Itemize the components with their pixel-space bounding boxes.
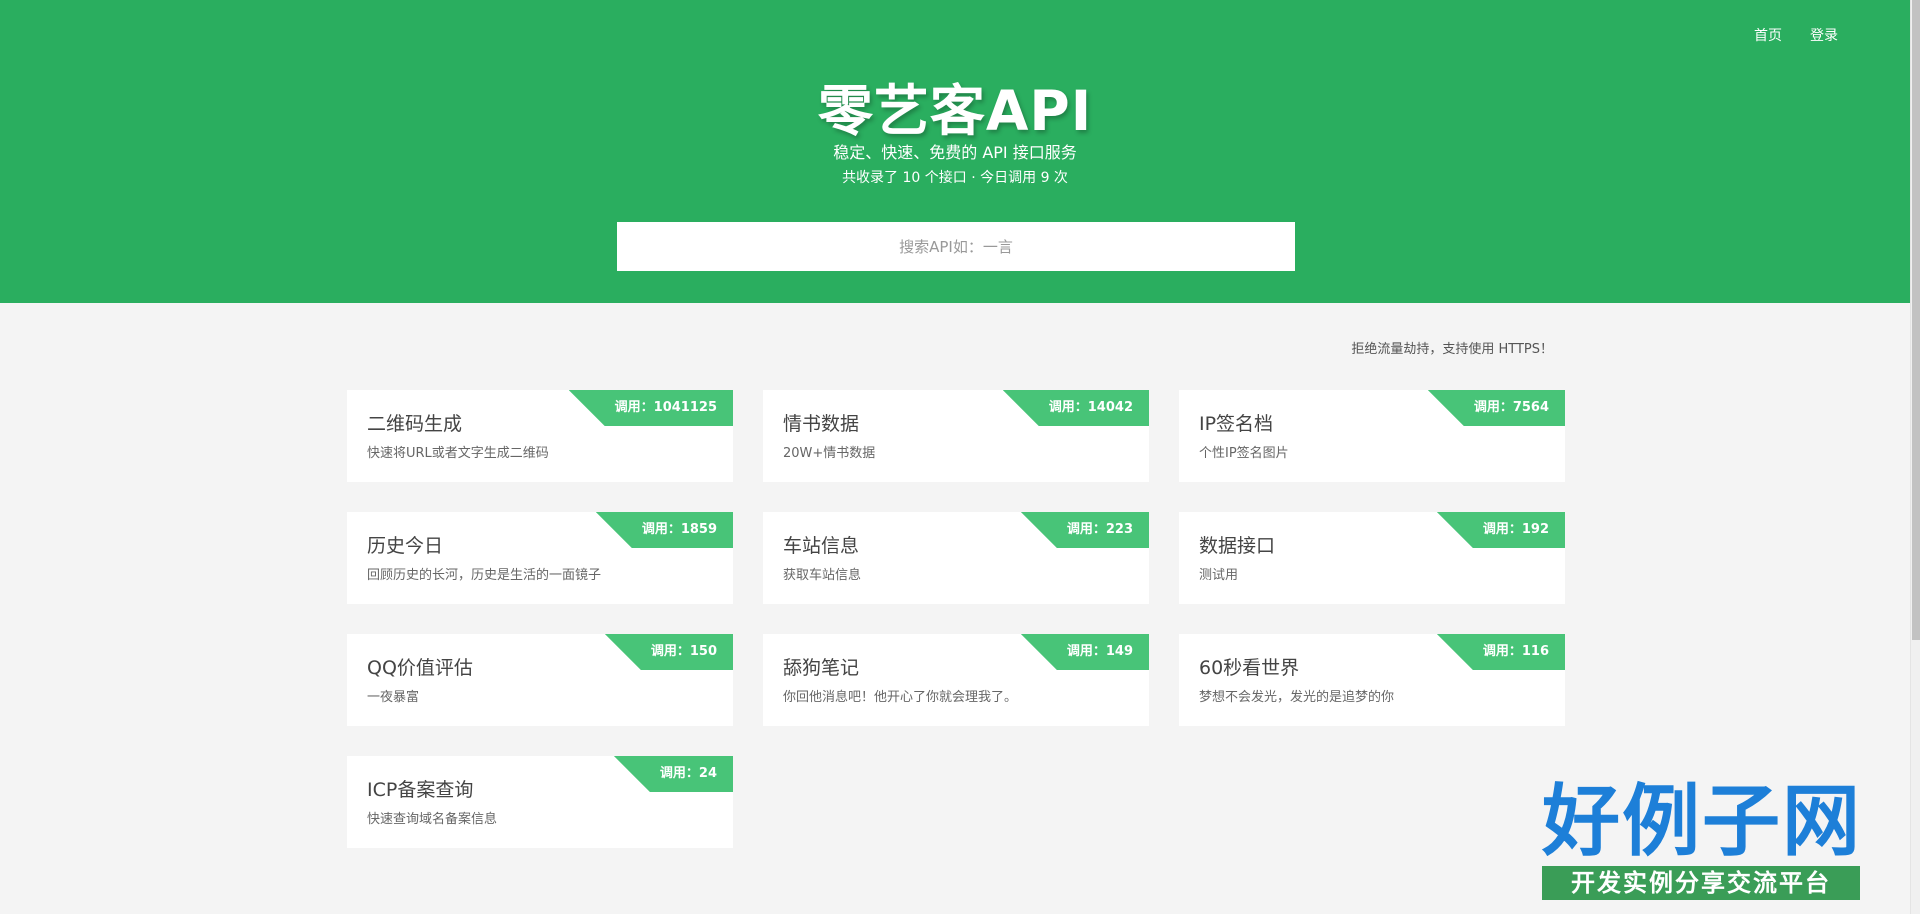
- api-card-description: 20W+情书数据: [783, 446, 876, 461]
- api-card-title: 情书数据: [783, 413, 860, 435]
- api-card-title: 车站信息: [783, 535, 860, 557]
- header-banner: 首页 登录 零艺客API 稳定、快速、免费的 API 接口服务 共收录了 10 …: [0, 0, 1910, 303]
- api-card-title: 舔狗笔记: [783, 657, 860, 679]
- api-card-description: 一夜暴富: [367, 690, 420, 705]
- api-card[interactable]: 调用：149 舔狗笔记 你回他消息吧！他开心了你就会理我了。: [763, 634, 1149, 726]
- api-card-description: 获取车站信息: [783, 568, 862, 583]
- call-count-badge: 调用：223: [1020, 512, 1149, 548]
- nav-login-link[interactable]: 登录: [1810, 25, 1838, 45]
- api-card-description: 回顾历史的长河，历史是生活的一面镜子: [367, 568, 602, 583]
- api-card-title: ICP备案查询: [367, 779, 474, 801]
- watermark-subtitle: 开发实例分享交流平台: [1542, 866, 1860, 900]
- api-card[interactable]: 调用：7564 IP签名档 个性IP签名图片: [1179, 390, 1565, 482]
- scrollbar-thumb[interactable]: [1912, 0, 1920, 640]
- api-card[interactable]: 调用：1859 历史今日 回顾历史的长河，历史是生活的一面镜子: [347, 512, 733, 604]
- watermark-logo: 好例子网 开发实例分享交流平台: [1542, 780, 1860, 904]
- call-count-badge: 调用：149: [1020, 634, 1149, 670]
- call-count-badge: 调用：7564: [1427, 390, 1565, 426]
- call-count-badge: 调用：14042: [1002, 390, 1149, 426]
- api-card[interactable]: 调用：116 60秒看世界 梦想不会发光，发光的是追梦的你: [1179, 634, 1565, 726]
- https-notice: 拒绝流量劫持，支持使用 HTTPS！: [1351, 342, 1553, 357]
- call-count-badge: 调用：1859: [595, 512, 733, 548]
- site-subtitle: 稳定、快速、免费的 API 接口服务: [833, 143, 1077, 162]
- api-card-description: 快速查询域名备案信息: [367, 812, 498, 827]
- nav-home-link[interactable]: 首页: [1754, 25, 1782, 45]
- call-count-badge: 调用：1041125: [568, 390, 733, 426]
- search-box: [617, 222, 1295, 271]
- page-scrollbar[interactable]: [1910, 0, 1920, 914]
- site-title: 零艺客API: [817, 79, 1093, 143]
- api-card-description: 你回他消息吧！他开心了你就会理我了。: [783, 690, 1018, 705]
- api-card[interactable]: 调用：150 QQ价值评估 一夜暴富: [347, 634, 733, 726]
- api-card-title: IP签名档: [1199, 413, 1274, 435]
- call-count-badge: 调用：150: [604, 634, 733, 670]
- api-card-grid: 调用：1041125 二维码生成 快速将URL或者文字生成二维码 调用：1404…: [347, 390, 1565, 848]
- api-card-title: 历史今日: [367, 535, 444, 557]
- watermark-title: 好例子网: [1542, 777, 1863, 867]
- api-card[interactable]: 调用：24 ICP备案查询 快速查询域名备案信息: [347, 756, 733, 848]
- api-card-title: 数据接口: [1199, 535, 1276, 557]
- api-card[interactable]: 调用：223 车站信息 获取车站信息: [763, 512, 1149, 604]
- api-card[interactable]: 调用：1041125 二维码生成 快速将URL或者文字生成二维码: [347, 390, 733, 482]
- api-card[interactable]: 调用：14042 情书数据 20W+情书数据: [763, 390, 1149, 482]
- api-card-description: 梦想不会发光，发光的是追梦的你: [1199, 690, 1395, 705]
- site-stats: 共收录了 10 个接口 · 今日调用 9 次: [842, 170, 1068, 186]
- api-card-description: 测试用: [1199, 568, 1239, 583]
- call-count-badge: 调用：116: [1436, 634, 1565, 670]
- call-count-badge: 调用：192: [1436, 512, 1565, 548]
- call-count-badge: 调用：24: [613, 756, 733, 792]
- api-card[interactable]: 调用：192 数据接口 测试用: [1179, 512, 1565, 604]
- api-card-description: 快速将URL或者文字生成二维码: [367, 446, 549, 461]
- api-card-description: 个性IP签名图片: [1199, 446, 1289, 461]
- api-card-title: QQ价值评估: [367, 657, 473, 679]
- api-card-title: 60秒看世界: [1199, 657, 1300, 679]
- top-nav: 首页 登录: [1754, 25, 1838, 45]
- search-input[interactable]: [617, 222, 1295, 271]
- api-card-title: 二维码生成: [367, 413, 463, 435]
